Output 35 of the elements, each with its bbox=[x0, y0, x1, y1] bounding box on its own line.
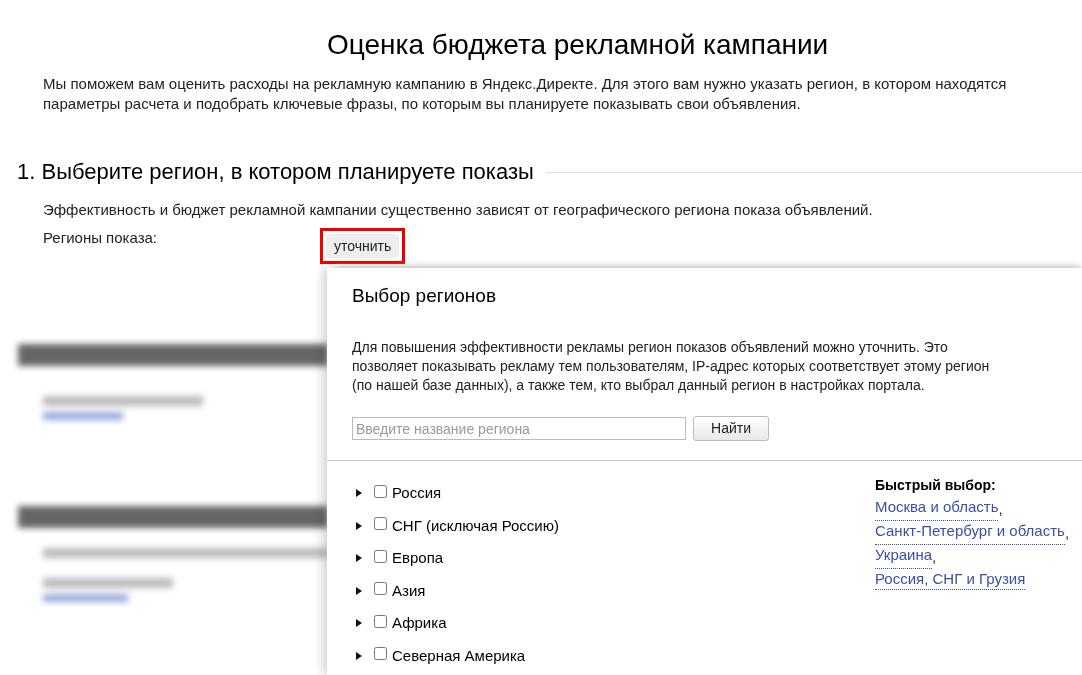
comma-separator: , bbox=[998, 499, 1003, 519]
expand-triangle-icon[interactable] bbox=[355, 651, 363, 660]
page-title: Оценка бюджета рекламной кампании bbox=[327, 28, 830, 62]
quick-select-heading: Быстрый выбор: bbox=[875, 476, 997, 495]
region-label: Африка bbox=[392, 613, 447, 634]
quick-select-link[interactable]: Санкт-Петербург и область bbox=[875, 521, 1065, 545]
section-heading: 1. Выберите регион, в котором планируете показы bbox=[17, 158, 534, 186]
region-checkbox[interactable] bbox=[374, 517, 387, 531]
region-checkbox[interactable] bbox=[374, 647, 387, 661]
section-description: Эффективность и бюджет рекламной кампании существенно зависят от географического региона показа объявлений. bbox=[43, 200, 874, 220]
intro-text: Мы поможем вам оценить расходы на рекламную кампанию в Яндекс.Директе. Для этого вам нужно указать регион, в котором находятся параметры расчета и подобрать ключевые фразы, по которым вы планируете показывать свои объявления. bbox=[43, 74, 1008, 114]
quick-select-link[interactable]: Москва и область bbox=[875, 497, 999, 521]
comma-separator: , bbox=[1064, 523, 1070, 543]
regions-label: Регионы показа: bbox=[43, 228, 159, 248]
region-checkbox[interactable] bbox=[374, 582, 387, 596]
expand-triangle-icon[interactable] bbox=[355, 554, 363, 563]
find-button[interactable]: Найти bbox=[693, 416, 769, 441]
region-checkbox[interactable] bbox=[374, 549, 387, 563]
expand-triangle-icon[interactable] bbox=[355, 586, 363, 595]
dialog-title: Выбор регионов bbox=[352, 284, 498, 308]
dialog-text: Для повышения эффективности рекламы регион показов объявлений можно уточнить. Это позволяет показывать рекламу тем пользователям, IP-адрес которых соответствует этому регион (по нашей базе данных), а также тем, кто выбрал данный регион в настройках портала. bbox=[352, 338, 991, 395]
comma-separator: , bbox=[932, 547, 937, 567]
region-checkbox[interactable] bbox=[374, 614, 387, 628]
region-checkbox[interactable] bbox=[374, 484, 387, 498]
region-label: Европа bbox=[392, 548, 444, 569]
region-label: Россия bbox=[392, 483, 442, 504]
region-label: СНГ (исключая Россию) bbox=[392, 515, 559, 536]
expand-triangle-icon[interactable] bbox=[355, 619, 363, 628]
expand-triangle-icon[interactable] bbox=[355, 521, 363, 530]
quick-select-link[interactable]: Россия, СНГ и Грузия bbox=[875, 569, 1026, 590]
refine-button[interactable]: уточнить bbox=[326, 234, 400, 258]
region-search-field[interactable]: Введите название региона bbox=[352, 417, 686, 440]
region-label: Северная Америка bbox=[392, 645, 526, 666]
region-label: Азия bbox=[392, 580, 426, 601]
expand-triangle-icon[interactable] bbox=[355, 489, 363, 498]
